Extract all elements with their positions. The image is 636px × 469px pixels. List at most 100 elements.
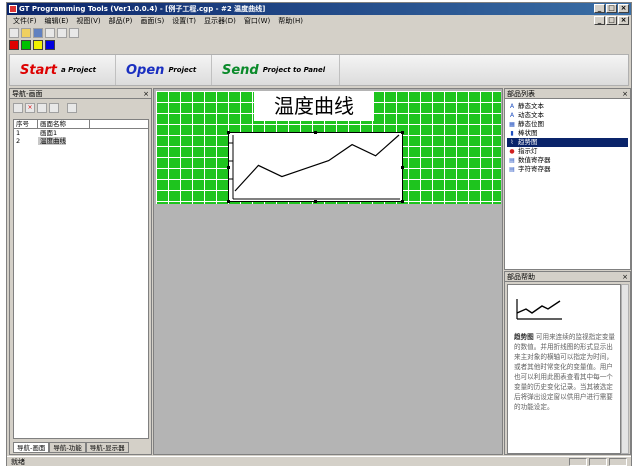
menu-edit[interactable]: 编辑(E) [41, 16, 73, 27]
title-bar[interactable]: GT Programming Tools (Ver1.0.0.4) - [例子工… [7, 3, 631, 15]
app-icon [9, 5, 17, 13]
download-icon[interactable] [69, 28, 79, 38]
help-scrollbar[interactable] [621, 284, 629, 454]
tab-nav-screen[interactable]: 导航-画面 [13, 442, 50, 453]
screen-row-name: 画面1 [40, 129, 58, 137]
minimize-button[interactable]: _ [594, 4, 605, 13]
close-icon[interactable]: × [622, 272, 628, 282]
close-button[interactable]: × [618, 4, 629, 13]
hmi-screen[interactable]: 温度曲线 [156, 91, 501, 204]
menu-file[interactable]: 文件(F) [9, 16, 41, 27]
new-file-icon[interactable] [9, 28, 19, 38]
mdi-close-button[interactable]: × [618, 16, 629, 25]
selection-handle[interactable] [227, 166, 230, 169]
print-icon[interactable] [45, 28, 55, 38]
editor-canvas[interactable]: 温度曲线 [153, 88, 503, 455]
window-title: GT Programming Tools (Ver1.0.0.4) - [例子工… [19, 5, 266, 13]
trend-chart-part[interactable] [227, 131, 404, 203]
part-item[interactable]: ▤ 字符寄存器 [507, 165, 628, 174]
selection-handle[interactable] [401, 200, 404, 203]
start-word: Start [20, 62, 57, 78]
part-help-term: 趋势图 [514, 333, 534, 341]
menu-help[interactable]: 帮助(H) [274, 16, 307, 27]
color-swatch-blue[interactable] [45, 40, 55, 50]
selection-handle[interactable] [401, 166, 404, 169]
screen-row[interactable]: 2 温度曲线 [14, 137, 148, 145]
add-screen-icon[interactable] [13, 103, 23, 113]
dynamic-text-icon: A [509, 112, 515, 119]
screen-row[interactable]: 1 画面1 [14, 129, 148, 137]
selection-handle[interactable] [314, 200, 317, 203]
selection-handle[interactable] [227, 131, 230, 134]
navigation-tabs: 导航-画面 导航-功能 导航-显示器 [13, 442, 129, 453]
tab-nav-display[interactable]: 导航-显示器 [85, 442, 129, 453]
tab-nav-function[interactable]: 导航-功能 [49, 442, 86, 453]
send-project-button[interactable]: Send Project to Panel [212, 55, 340, 85]
part-help-panel: 部品帮助 × 趋势图 可用来连续的监视指定变量的数值。并用折线图的形式显示出来主… [504, 271, 631, 455]
part-item-label: 动态文本 [518, 111, 544, 119]
part-item-label: 指示灯 [518, 147, 538, 155]
status-pane [569, 458, 587, 466]
navigation-panel-header: 导航-画面 × [10, 89, 151, 99]
color-swatch-red[interactable] [9, 40, 19, 50]
screen-row-name: 温度曲线 [38, 137, 66, 145]
selection-handle[interactable] [401, 131, 404, 134]
text-icon: A [509, 103, 515, 110]
screen-row-number: 2 [16, 137, 21, 145]
menu-window[interactable]: 窗口(W) [240, 16, 274, 27]
status-bar: 就绪 [7, 456, 631, 466]
navigation-panel-title: 导航-画面 [12, 90, 43, 98]
menu-display[interactable]: 显示器(D) [200, 16, 240, 27]
selection-handle[interactable] [314, 131, 317, 134]
start-project-button[interactable]: Start a Project [10, 55, 116, 85]
selection-handle[interactable] [227, 200, 230, 203]
col-screen-name[interactable]: 画面名称 [38, 120, 90, 128]
parts-list-panel: 部品列表 × A 静态文本 A 动态文本 ▦ 静态位图 ▮ 棒状图 ⌇ 趋势图 ● 指示灯 ▤ 数值寄存器… [504, 88, 631, 270]
trend-icon [516, 299, 562, 320]
menu-parts[interactable]: 部品(P) [105, 16, 137, 27]
save-icon[interactable] [33, 28, 43, 38]
part-help-description: 可用来连续的监视指定变量的数值。并用折线图的形式显示出来主对象的横轴可以指定为时… [514, 333, 616, 411]
copy-screen-icon[interactable] [37, 103, 47, 113]
mdi-minimize-button[interactable]: _ [594, 16, 605, 25]
screen-icon[interactable] [57, 28, 67, 38]
part-item[interactable]: A 静态文本 [507, 102, 628, 111]
menu-settings[interactable]: 设置(T) [168, 16, 200, 27]
part-item-label: 静态文本 [518, 102, 544, 110]
color-swatch-green[interactable] [21, 40, 31, 50]
part-help-title: 部品帮助 [507, 273, 535, 281]
bar-chart-icon: ▮ [510, 130, 514, 137]
status-pane [589, 458, 607, 466]
maximize-button[interactable]: □ [606, 4, 617, 13]
trend-chart-svg [229, 134, 400, 200]
part-item[interactable]: ▤ 数值寄存器 [507, 156, 628, 165]
menu-bar: 文件(F) 编辑(E) 视图(V) 部品(P) 画面(S) 设置(T) 显示器(… [7, 16, 631, 27]
part-help-body: 趋势图 可用来连续的监视指定变量的数值。并用折线图的形式显示出来主对象的横轴可以… [507, 284, 621, 454]
part-item[interactable]: ▮ 棒状图 [507, 129, 628, 138]
screen-title-text[interactable]: 温度曲线 [254, 92, 374, 121]
part-item[interactable]: A 动态文本 [507, 111, 628, 120]
navigation-toolbar: × [13, 103, 77, 113]
color-swatch-yellow[interactable] [33, 40, 43, 50]
close-icon[interactable]: × [143, 89, 149, 99]
edit-screen-icon[interactable] [67, 103, 77, 113]
open-folder-icon[interactable] [21, 28, 31, 38]
mdi-restore-button[interactable]: □ [606, 16, 617, 25]
trend-line [234, 134, 400, 192]
menu-view[interactable]: 视图(V) [72, 16, 104, 27]
navigation-panel: 导航-画面 × × 序号 画面名称 1 画面1 2 温度曲线 导航-画面 导航-… [9, 88, 152, 455]
menu-screen[interactable]: 画面(S) [136, 16, 168, 27]
numeric-register-icon: ▤ [509, 157, 515, 164]
part-item[interactable]: ⌇ 趋势图 [507, 138, 628, 147]
close-icon[interactable]: × [622, 89, 628, 99]
part-item[interactable]: ▦ 静态位图 [507, 120, 628, 129]
delete-screen-icon[interactable]: × [25, 103, 35, 113]
color-toolbar [9, 40, 55, 51]
standard-toolbar [9, 28, 79, 39]
col-number[interactable]: 序号 [14, 120, 38, 128]
start-suffix: a Project [60, 66, 96, 74]
screen-properties-icon[interactable] [49, 103, 59, 113]
part-item[interactable]: ● 指示灯 [507, 147, 628, 156]
open-project-button[interactable]: Open Project [116, 55, 212, 85]
send-word: Send [222, 62, 259, 78]
